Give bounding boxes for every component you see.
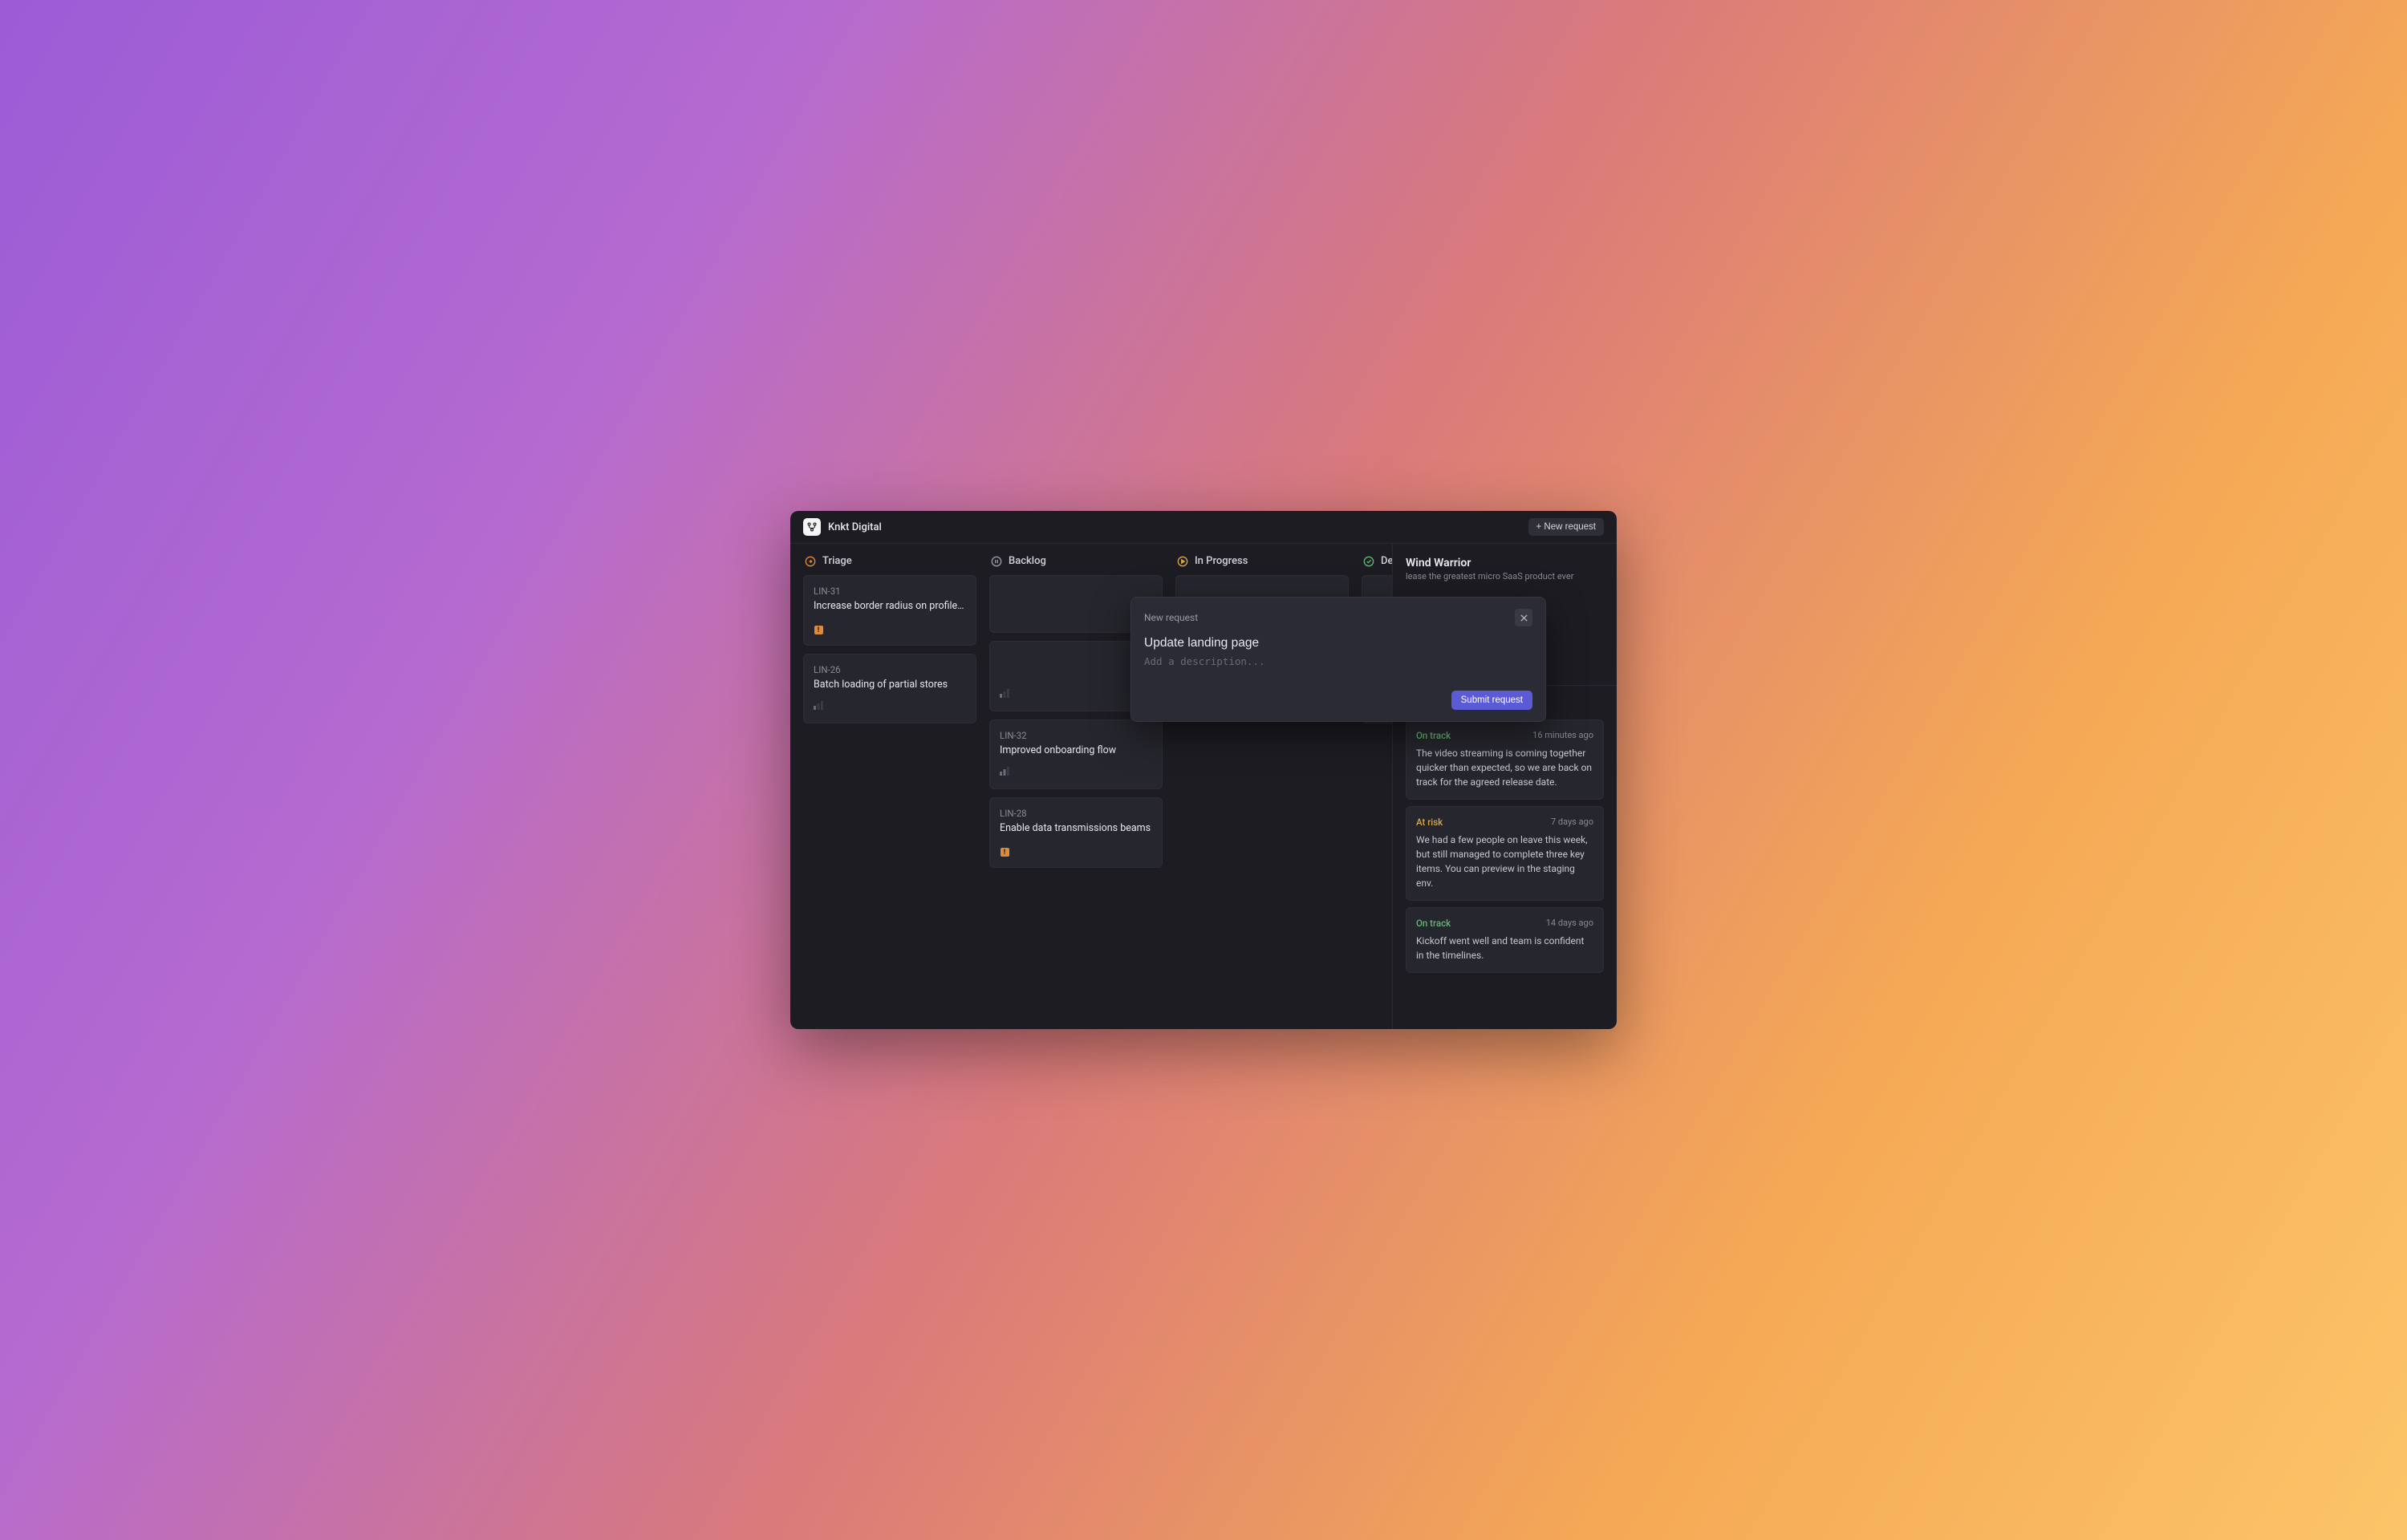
submit-request-button[interactable]: Submit request <box>1451 691 1532 710</box>
column-header: Dep <box>1362 553 1392 575</box>
priority-bars-icon <box>1000 688 1009 698</box>
card-id <box>1372 586 1392 597</box>
issue-card[interactable]: LIN-31 Increase border radius on profile… <box>803 575 976 646</box>
brand-icon <box>803 518 821 536</box>
modal-label: New request <box>1144 612 1198 623</box>
column-title: Dep <box>1381 555 1392 567</box>
close-button[interactable] <box>1515 609 1532 626</box>
card-id: LIN-26 <box>814 664 966 675</box>
request-description-input[interactable] <box>1144 655 1532 681</box>
update-time: 7 days ago <box>1551 817 1593 828</box>
project-title: Wind Warrior <box>1406 557 1604 569</box>
issue-card[interactable]: LIN-26 Batch loading of partial stores <box>803 654 976 724</box>
card-title <box>1000 665 1152 679</box>
update-body: The video streaming is coming together q… <box>1416 746 1593 789</box>
update-head: At risk 7 days ago <box>1416 817 1593 828</box>
card-title: Increase border radius on profile photo <box>814 599 966 614</box>
urgent-badge-icon: ! <box>1000 848 1009 857</box>
board: Triage LIN-31 Increase border radius on … <box>790 544 1617 1029</box>
update-card[interactable]: On track 14 days ago Kickoff went well a… <box>1406 907 1604 973</box>
project-subtitle: lease the greatest micro SaaS product ev… <box>1406 571 1604 582</box>
issue-card[interactable]: LIN-32 Improved onboarding flow <box>989 719 1163 790</box>
modal-footer: Submit request <box>1144 691 1532 710</box>
new-request-modal: New request Submit request <box>1130 597 1546 722</box>
card-id: LIN-32 <box>1000 730 1152 741</box>
column-title: In Progress <box>1195 555 1248 567</box>
close-icon <box>1520 614 1528 622</box>
update-status: On track <box>1416 730 1451 741</box>
update-time: 14 days ago <box>1546 918 1593 929</box>
topbar: Knkt Digital + New request <box>790 511 1617 544</box>
update-time: 16 minutes ago <box>1532 730 1593 741</box>
updates-list: On track 16 minutes ago The video stream… <box>1406 719 1604 973</box>
request-title-input[interactable] <box>1144 636 1532 650</box>
card-title: Batch loading of partial stores <box>814 678 966 692</box>
column-title: Backlog <box>1009 555 1046 567</box>
column-triage: Triage LIN-31 Increase border radius on … <box>803 553 989 1019</box>
card-id <box>1186 586 1338 597</box>
play-circle-icon <box>1177 556 1188 567</box>
update-body: We had a few people on leave this week, … <box>1416 833 1593 890</box>
card-id: LIN-28 <box>1000 808 1152 819</box>
urgent-badge-icon: ! <box>814 626 823 635</box>
priority-bars-icon <box>1000 766 1009 776</box>
card-title: Enable data transmissions beams <box>1000 821 1152 836</box>
card-id <box>1000 651 1152 663</box>
brand-name: Knkt Digital <box>828 521 882 533</box>
arrow-circle-icon <box>805 556 816 567</box>
update-card[interactable]: On track 16 minutes ago The video stream… <box>1406 719 1604 800</box>
update-card[interactable]: At risk 7 days ago We had a few people o… <box>1406 806 1604 901</box>
app-window: Knkt Digital + New request Triage LIN-31… <box>790 511 1617 1029</box>
brand: Knkt Digital <box>803 518 882 536</box>
issue-card[interactable]: LIN-28 Enable data transmissions beams ! <box>989 797 1163 868</box>
pause-circle-icon <box>991 556 1002 567</box>
column-header: Triage <box>803 553 989 575</box>
update-status: On track <box>1416 918 1451 929</box>
cards-list: LIN-31 Increase border radius on profile… <box>803 575 989 723</box>
column-header: Backlog <box>989 553 1175 575</box>
modal-header: New request <box>1144 609 1532 626</box>
update-body: Kickoff went well and team is confident … <box>1416 934 1593 962</box>
check-circle-icon <box>1363 556 1374 567</box>
update-head: On track 16 minutes ago <box>1416 730 1593 741</box>
new-request-button[interactable]: + New request <box>1528 518 1604 536</box>
card-id: LIN-31 <box>814 586 966 597</box>
column-header: In Progress <box>1175 553 1362 575</box>
update-status: At risk <box>1416 817 1443 828</box>
card-title: Improved onboarding flow <box>1000 744 1152 758</box>
priority-bars-icon <box>814 700 823 710</box>
column-title: Triage <box>822 555 852 567</box>
update-head: On track 14 days ago <box>1416 918 1593 929</box>
